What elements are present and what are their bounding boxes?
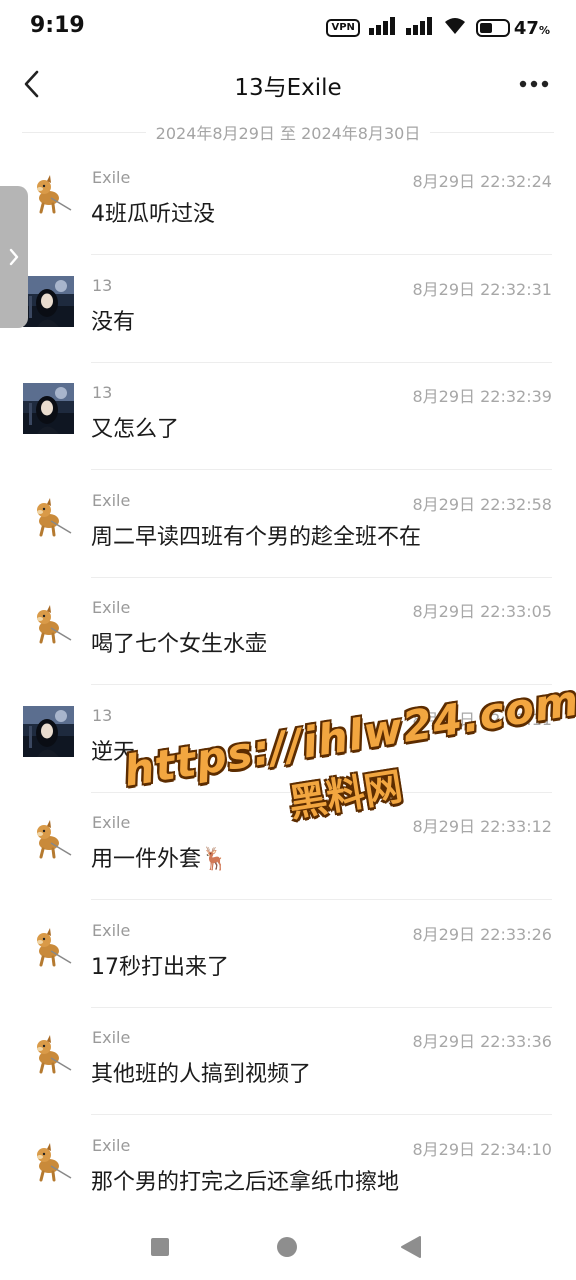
avatar[interactable] bbox=[23, 705, 74, 757]
message-item[interactable]: Exile 8月29日 22:33:12 用一件外套🦌 bbox=[0, 793, 576, 900]
more-options-button[interactable] bbox=[514, 66, 554, 102]
message-text: 4班瓜听过没 bbox=[91, 202, 215, 227]
signal-icon bbox=[368, 17, 397, 39]
dog-icon bbox=[37, 927, 72, 966]
message-item[interactable]: Exile 8月29日 22:33:26 17秒打出来了 bbox=[0, 901, 576, 1008]
dog-icon bbox=[37, 175, 72, 214]
more-horizontal-icon bbox=[519, 80, 549, 88]
message-sender: 13 bbox=[92, 275, 113, 295]
dog-icon bbox=[37, 1142, 72, 1181]
message-item[interactable]: 13 8月29日 22:32:31 没有 bbox=[0, 256, 576, 363]
signal-icon-2 bbox=[405, 17, 434, 39]
message-timestamp: 8月29日 22:32:58 bbox=[412, 494, 553, 514]
message-text: 周二早读四班有个男的趁全班不在 bbox=[91, 524, 422, 550]
dog-icon bbox=[37, 605, 72, 644]
system-nav-bar bbox=[0, 1214, 576, 1280]
message-sender: Exile bbox=[92, 598, 131, 617]
avatar[interactable] bbox=[23, 383, 74, 434]
square-icon bbox=[151, 1238, 169, 1256]
message-sender: Exile bbox=[92, 920, 131, 940]
message-sender: Exile bbox=[92, 1135, 131, 1155]
dog-icon bbox=[37, 497, 72, 536]
wifi-icon bbox=[443, 17, 467, 39]
page-title: 13与Exile bbox=[234, 75, 342, 101]
message-sender: 13 bbox=[92, 705, 113, 725]
message-text: 用一件外套🦌 bbox=[91, 847, 229, 872]
dog-icon bbox=[37, 1035, 72, 1074]
message-sender: Exile bbox=[92, 490, 131, 510]
avatar[interactable] bbox=[23, 275, 74, 327]
message-item[interactable]: Exile 8月29日 22:32:58 周二早读四班有个男的趁全班不在 bbox=[0, 471, 576, 578]
message-item[interactable]: Exile 8月29日 22:32:24 4班瓜听过没 bbox=[0, 148, 576, 255]
girl-photo-icon bbox=[23, 383, 74, 434]
message-item[interactable]: Exile 8月29日 22:33:05 喝了七个女生水壶 bbox=[0, 578, 576, 685]
avatar[interactable] bbox=[23, 813, 74, 864]
message-sender: Exile bbox=[92, 168, 131, 187]
dog-icon bbox=[37, 820, 72, 859]
status-bar: 9:19 VPN 47% bbox=[0, 0, 576, 56]
message-text: 又怎么了 bbox=[91, 417, 180, 442]
message-text: 其他班的人搞到视频了 bbox=[91, 1062, 312, 1087]
status-icons: VPN 47% bbox=[326, 15, 550, 41]
message-sender: 13 bbox=[92, 383, 113, 402]
avatar[interactable] bbox=[23, 598, 74, 649]
message-item[interactable]: 13 8月29日 22:32:39 又怎么了 bbox=[0, 363, 576, 470]
battery-indicator: 47% bbox=[475, 17, 550, 39]
date-range-row: 2024年8月29日 至 2024年8月30日 bbox=[22, 118, 555, 146]
message-timestamp: 8月29日 22:33:11 bbox=[412, 709, 553, 729]
divider-right bbox=[430, 131, 555, 133]
message-item[interactable]: Exile 8月29日 22:34:10 那个男的打完之后还拿纸巾擦地 bbox=[0, 1116, 576, 1223]
chevron-right-icon bbox=[9, 248, 19, 266]
message-text: 没有 bbox=[91, 309, 136, 335]
recents-button[interactable] bbox=[145, 1232, 175, 1262]
girl-photo-icon bbox=[23, 705, 74, 757]
avatar[interactable] bbox=[23, 921, 74, 972]
home-button[interactable] bbox=[272, 1232, 302, 1262]
message-text: 17秒打出来了 bbox=[91, 954, 229, 980]
message-timestamp: 8月29日 22:32:39 bbox=[412, 387, 553, 406]
message-timestamp: 8月29日 22:33:36 bbox=[412, 1032, 553, 1051]
nav-back-button[interactable] bbox=[396, 1232, 426, 1262]
message-sender: Exile bbox=[92, 1028, 131, 1047]
message-text: 逆天 bbox=[91, 739, 136, 765]
avatar[interactable] bbox=[23, 491, 74, 542]
chat-header: 13与Exile bbox=[0, 56, 576, 112]
message-timestamp: 8月29日 22:32:24 bbox=[412, 172, 553, 191]
avatar[interactable] bbox=[23, 1028, 74, 1079]
girl-photo-icon bbox=[23, 275, 74, 327]
message-text: 喝了七个女生水壶 bbox=[91, 632, 268, 657]
side-expand-tab[interactable] bbox=[0, 186, 28, 328]
avatar[interactable] bbox=[23, 168, 74, 219]
message-item[interactable]: Exile 8月29日 22:33:36 其他班的人搞到视频了 bbox=[0, 1008, 576, 1115]
vpn-icon: VPN bbox=[326, 19, 360, 37]
divider-left bbox=[22, 131, 146, 133]
status-time: 9:19 bbox=[30, 13, 85, 38]
battery-percent: 47% bbox=[513, 17, 550, 39]
message-item[interactable]: 13 8月29日 22:33:11 逆天 bbox=[0, 686, 576, 793]
message-timestamp: 8月29日 22:33:05 bbox=[412, 602, 553, 621]
message-timestamp: 8月29日 22:32:31 bbox=[412, 279, 553, 299]
battery-fill bbox=[479, 23, 493, 33]
message-text: 那个男的打完之后还拿纸巾擦地 bbox=[91, 1169, 400, 1195]
message-sender: Exile bbox=[92, 813, 131, 832]
message-timestamp: 8月29日 22:34:10 bbox=[412, 1139, 553, 1159]
battery-icon bbox=[475, 19, 510, 37]
circle-icon bbox=[277, 1237, 297, 1257]
message-timestamp: 8月29日 22:33:26 bbox=[412, 924, 553, 944]
message-timestamp: 8月29日 22:33:12 bbox=[412, 817, 553, 836]
avatar[interactable] bbox=[23, 1136, 74, 1187]
triangle-back-icon bbox=[401, 1236, 421, 1258]
date-range: 2024年8月29日 至 2024年8月30日 bbox=[155, 124, 421, 143]
